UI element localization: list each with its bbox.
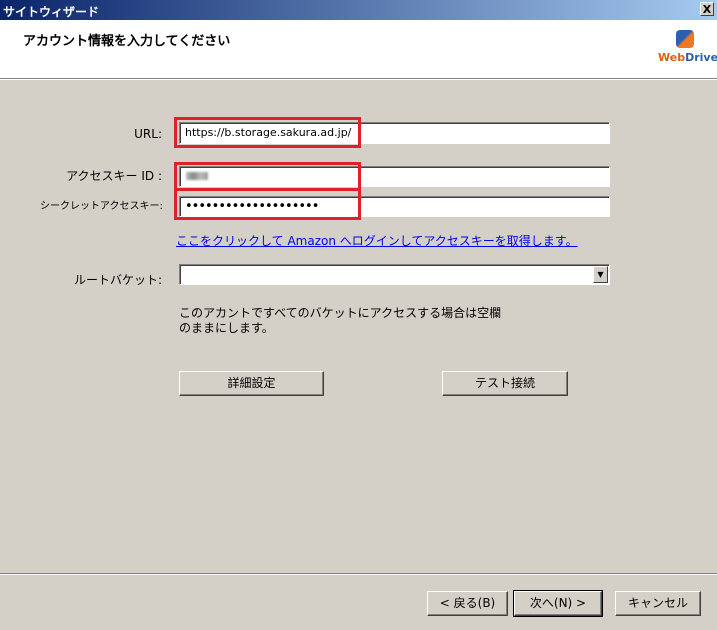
header-divider	[0, 79, 717, 80]
root-bucket-note: このアカントですべてのバケットにアクセスする場合は空欄 のままにします。	[179, 306, 502, 335]
window-title: サイトウィザード	[3, 5, 100, 19]
page-title: アカウント情報を入力してください	[23, 34, 231, 49]
next-button[interactable]: 次へ(N) >	[513, 590, 603, 617]
key-highlight-divider	[174, 188, 361, 191]
webdrive-logo-icon	[676, 30, 694, 48]
key-highlight-box	[174, 162, 361, 220]
amazon-login-link[interactable]: ここをクリックして Amazon へログインしてアクセスキーを取得します。	[176, 232, 578, 249]
advanced-settings-button[interactable]: 詳細設定	[179, 371, 324, 396]
access-key-label: アクセスキー ID :	[66, 169, 162, 183]
close-button[interactable]: X	[700, 2, 714, 16]
test-connection-button[interactable]: テスト接続	[442, 371, 568, 396]
webdrive-logo: WebDrive	[658, 30, 717, 74]
url-label: URL:	[134, 127, 162, 141]
cancel-button[interactable]: キャンセル	[615, 591, 701, 616]
wizard-header: アカウント情報を入力してください WebDrive	[0, 20, 717, 79]
url-highlight-box	[174, 117, 361, 148]
root-bucket-label: ルートバケット:	[73, 273, 162, 287]
secret-key-label: シークレットアクセスキー:	[40, 201, 163, 212]
back-button[interactable]: < 戻る(B)	[427, 591, 508, 616]
title-bar: サイトウィザード X	[0, 0, 717, 20]
root-bucket-select[interactable]: ▼	[179, 264, 610, 285]
chevron-down-icon[interactable]: ▼	[593, 266, 608, 283]
